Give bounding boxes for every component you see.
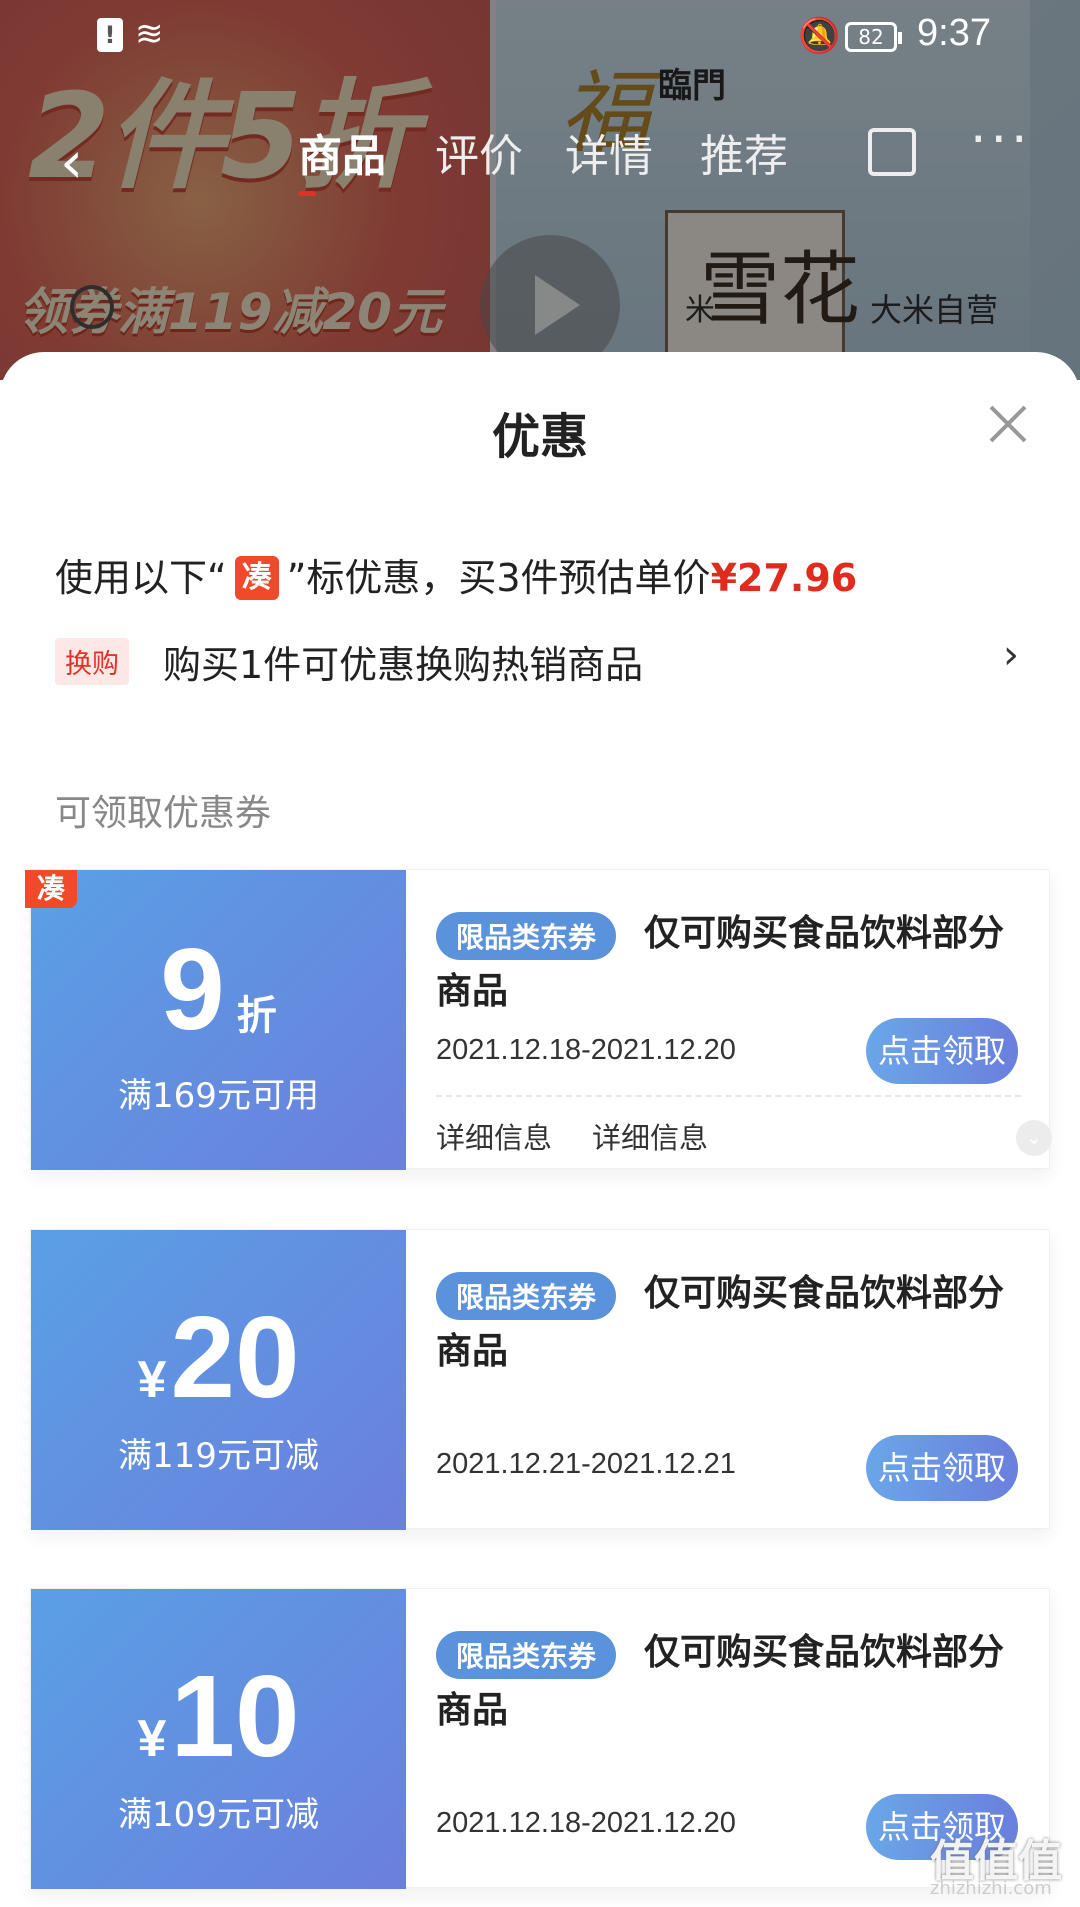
clock: 9:37 xyxy=(917,12,991,54)
coupon-condition: 满109元可减 xyxy=(118,1795,319,1835)
summary-suffix: ”标优惠，买3件预估单价 xyxy=(286,556,711,600)
bell-muted-icon: 🔕 xyxy=(798,16,841,56)
product-tab-bar: ‹ 商品 评价 详情 推荐 ··· xyxy=(0,110,1080,200)
coupon-value-panel: 凑 9折 满169元可用 xyxy=(23,870,406,1170)
currency-symbol: ¥ xyxy=(137,1351,167,1409)
coupon-info: 仅可购买食品饮料部分商品 限品类东券 2021.12.21-2021.12.21… xyxy=(406,1230,1051,1530)
back-icon[interactable]: ‹ xyxy=(60,128,83,196)
chevron-right-icon[interactable]: › xyxy=(1003,632,1019,678)
coupon-amount: 20 xyxy=(170,1292,300,1422)
wifi-icon: ≋ xyxy=(135,14,164,54)
coupon-amount: 9 xyxy=(160,924,225,1054)
swap-offer-text: 购买1件可优惠换购热销商品 xyxy=(163,643,644,687)
watermark-url: zhizhizhi.com xyxy=(930,1878,1052,1899)
coupon-unit: 折 xyxy=(236,994,277,1038)
currency-symbol: ¥ xyxy=(137,1710,167,1768)
cou-corner-tag: 凑 xyxy=(25,870,77,908)
coupon-amount: 10 xyxy=(170,1651,300,1781)
coupon-condition: 满169元可用 xyxy=(118,1076,319,1116)
swap-offer-row[interactable]: 换购 购买1件可优惠换购热销商品 › xyxy=(55,630,1035,690)
coupon-card: 凑 9折 满169元可用 仅可购买食品饮料部分商品 限品类东券 2021.12.… xyxy=(23,869,1052,1170)
coupon-date: 2021.12.21-2021.12.21 xyxy=(436,1448,736,1480)
summary-prefix: 使用以下“ xyxy=(55,556,227,600)
tab-details[interactable]: 详情 xyxy=(565,120,653,184)
sheet-title: 优惠 xyxy=(491,409,588,465)
claim-coupon-button[interactable]: 点击领取 xyxy=(866,1435,1018,1501)
swap-tag: 换购 xyxy=(55,638,129,685)
share-icon[interactable] xyxy=(868,128,916,176)
coupon-date: 2021.12.18-2021.12.20 xyxy=(436,1807,736,1839)
cou-tag-icon: 凑 xyxy=(234,555,279,600)
coupon-card: ¥10 满109元可减 仅可购买食品饮料部分商品 限品类东券 2021.12.1… xyxy=(23,1588,1050,1889)
section-label-coupons: 可领取优惠券 xyxy=(55,793,272,834)
coupon-value-panel: ¥20 满119元可减 xyxy=(23,1230,406,1530)
coupon-date: 2021.12.18-2021.12.20 xyxy=(436,1034,736,1066)
coupon-detail-link[interactable]: 详细信息 xyxy=(436,1115,552,1157)
tab-recommend[interactable]: 推荐 xyxy=(700,120,788,184)
close-icon[interactable] xyxy=(988,404,1028,444)
tab-reviews[interactable]: 评价 xyxy=(435,120,523,184)
coupon-value-panel: ¥10 满109元可减 xyxy=(23,1589,406,1889)
coupon-discount: ¥10 xyxy=(31,1649,406,1783)
battery-icon: 82 xyxy=(845,22,902,52)
chevron-down-icon[interactable]: ⌄ xyxy=(1016,1120,1052,1156)
coupon-condition: 满119元可减 xyxy=(118,1436,319,1476)
coupon-discount: 9折 xyxy=(31,922,406,1056)
status-bar: ! ≋ 🔕 82 9:37 xyxy=(0,0,1080,75)
divider xyxy=(436,1095,1021,1097)
coupon-discount: ¥20 xyxy=(31,1290,406,1424)
coupon-type-tag: 限品类东券 xyxy=(436,1631,617,1679)
discount-sheet: 优惠 使用以下“ 凑 ”标优惠，买3件预估单价¥27.96 换购 购买1件可优惠换购… xyxy=(0,352,1080,1907)
coupon-detail-link[interactable]: 详细信息 xyxy=(592,1115,708,1157)
coupon-card: ¥20 满119元可减 仅可购买食品饮料部分商品 限品类东券 2021.12.2… xyxy=(23,1229,1051,1530)
discount-summary: 使用以下“ 凑 ”标优惠，买3件预估单价¥27.96 xyxy=(55,547,857,606)
tab-product[interactable]: 商品 xyxy=(298,120,386,196)
claim-coupon-button[interactable]: 点击领取 xyxy=(866,1018,1018,1084)
coupon-type-tag: 限品类东券 xyxy=(436,912,617,960)
coupon-type-tag: 限品类东券 xyxy=(436,1272,617,1320)
coupon-info: 仅可购买食品饮料部分商品 限品类东券 2021.12.18-2021.12.20… xyxy=(406,870,1052,1170)
more-icon[interactable]: ··· xyxy=(970,110,1032,170)
estimated-price: ¥27.96 xyxy=(710,556,858,600)
alert-icon: ! xyxy=(97,18,123,52)
